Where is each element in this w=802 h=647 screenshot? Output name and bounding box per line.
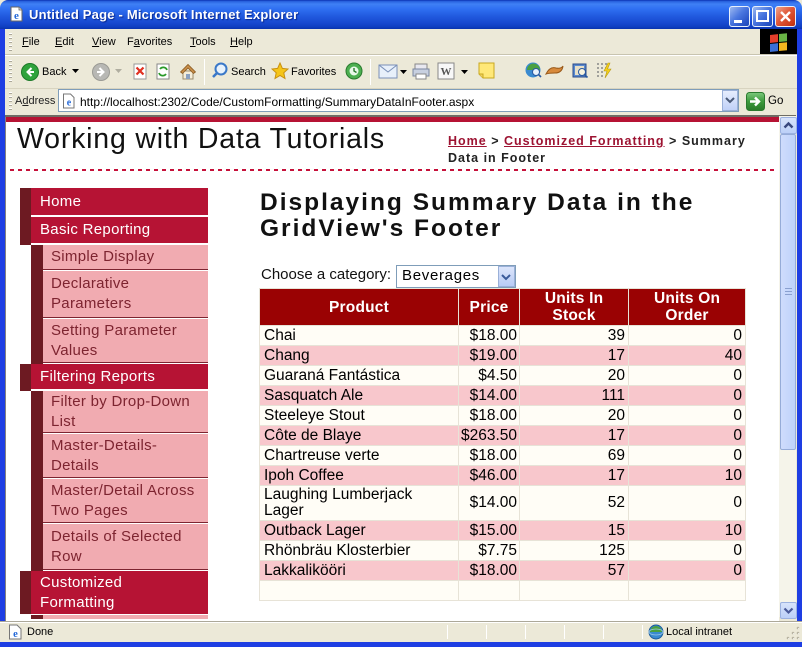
svg-text:e: e bbox=[13, 629, 18, 640]
svg-text:W: W bbox=[441, 66, 452, 78]
svg-text:e: e bbox=[67, 98, 72, 109]
svg-text:e: e bbox=[14, 10, 19, 22]
